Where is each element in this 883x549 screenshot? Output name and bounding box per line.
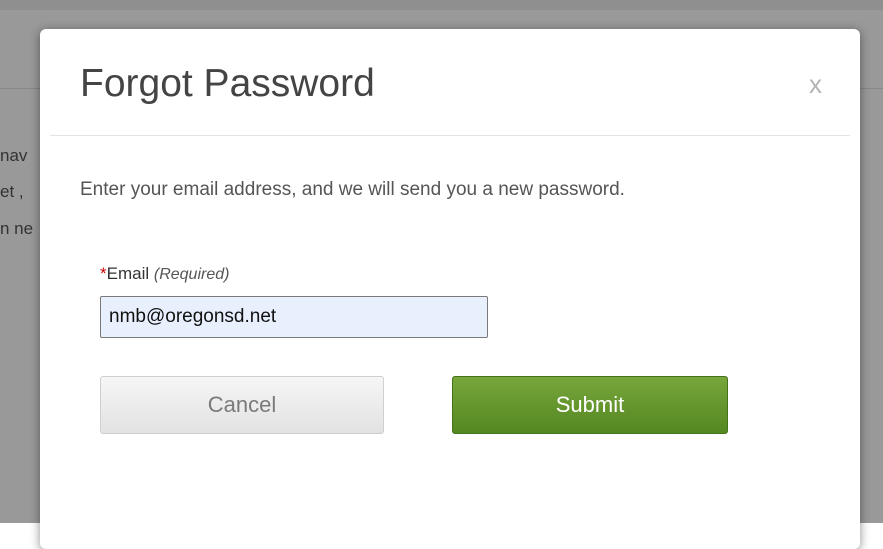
required-marker: * xyxy=(100,264,107,283)
instructions-text: Enter your email address, and we will se… xyxy=(80,179,625,200)
dialog-header: Forgot Password x xyxy=(40,29,860,135)
background-text-fragment: n ne xyxy=(0,219,34,238)
backdrop-top-strip xyxy=(0,0,883,10)
background-text-fragment: et , xyxy=(0,182,24,201)
close-button[interactable]: x xyxy=(809,69,822,99)
forgot-password-dialog: Forgot Password x Enter your email addre… xyxy=(40,29,860,549)
header-divider xyxy=(50,135,850,136)
submit-button[interactable]: Submit xyxy=(452,376,728,434)
background-text-fragment: nav xyxy=(0,146,28,165)
email-label: *Email (Required) xyxy=(100,263,229,286)
dialog-title: Forgot Password xyxy=(80,62,375,105)
cancel-button[interactable]: Cancel xyxy=(100,376,384,434)
required-note: (Required) xyxy=(153,266,230,283)
email-field[interactable] xyxy=(100,296,488,338)
email-label-text: Email xyxy=(106,264,150,283)
